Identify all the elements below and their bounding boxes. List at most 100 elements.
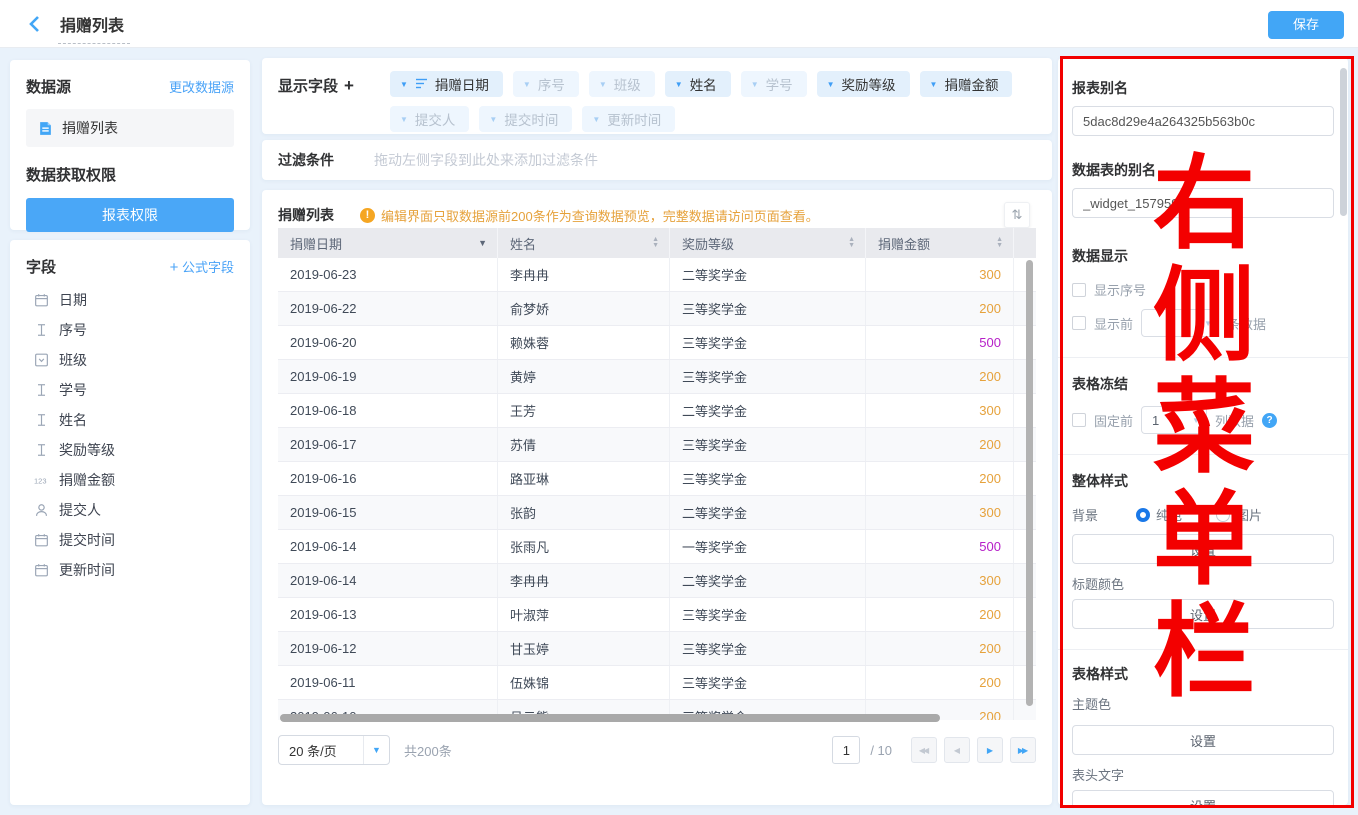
date-cell: 2019-06-22 (278, 292, 498, 325)
field-item[interactable]: 提交人 (26, 495, 234, 525)
column-header[interactable]: 捐赠金额▲▼ (866, 228, 1014, 258)
back-icon[interactable] (28, 15, 40, 38)
prev-page-button[interactable]: ◀ (944, 737, 970, 763)
vertical-scrollbar[interactable] (1026, 260, 1033, 706)
divider (1058, 357, 1348, 358)
table-row: 2019-06-22俞梦娇三等奖学金200 (278, 292, 1036, 326)
field-item[interactable]: 奖励等级 (26, 435, 234, 465)
freeze-count-select[interactable]: 1▼ (1141, 406, 1207, 434)
bg-solid-label: 纯色 (1156, 505, 1182, 524)
column-header[interactable]: 捐赠日期▼ (278, 228, 498, 258)
field-item[interactable]: 姓名 (26, 405, 234, 435)
sort-desc-icon[interactable]: ▼ (478, 238, 487, 248)
display-field-chip[interactable]: ▼捐赠日期 (390, 71, 503, 97)
sort-toggle-icon[interactable]: ▲▼ (848, 237, 855, 249)
page-number-input[interactable] (832, 736, 860, 764)
table-row: 2019-06-16路亚琳三等奖学金200 (278, 462, 1036, 496)
filter-card[interactable]: 过滤条件 拖动左侧字段到此处来添加过滤条件 (262, 140, 1052, 180)
save-button[interactable]: 保存 (1268, 11, 1344, 39)
table-alias-label: 数据表的别名 (1072, 160, 1334, 180)
change-datasource-link[interactable]: 更改数据源 (169, 77, 234, 96)
field-item[interactable]: 日期 (26, 285, 234, 315)
display-field-chip[interactable]: ▼提交人 (390, 106, 469, 132)
chevron-down-icon[interactable]: ▼ (827, 80, 835, 89)
sort-toggle-icon[interactable]: ▲▼ (652, 237, 659, 249)
chevron-down-icon[interactable]: ▼ (592, 115, 600, 124)
chevron-down-icon[interactable]: ▼ (930, 80, 938, 89)
field-label: 更新时间 (59, 560, 115, 580)
help-icon[interactable]: ? (1262, 413, 1277, 428)
title-color-set-button[interactable]: 设置 (1072, 599, 1334, 629)
chevron-down-icon[interactable]: ▼ (599, 80, 607, 89)
chevron-down-icon[interactable]: ▼ (400, 80, 408, 89)
report-permission-button[interactable]: 报表权限 (26, 198, 234, 232)
field-item[interactable]: 更新时间 (26, 555, 234, 585)
date-cell: 2019-06-12 (278, 632, 498, 665)
amount-cell: 500 (866, 326, 1014, 359)
theme-color-set-button[interactable]: 设置 (1072, 725, 1334, 755)
field-label: 学号 (59, 380, 87, 400)
display-field-chip[interactable]: ▼班级 (589, 71, 655, 97)
display-field-chip[interactable]: ▼奖励等级 (817, 71, 910, 97)
chevron-down-icon[interactable]: ▼ (489, 115, 497, 124)
report-alias-input[interactable] (1072, 106, 1334, 136)
field-item[interactable]: 序号 (26, 315, 234, 345)
next-page-button[interactable]: ▶ (977, 737, 1003, 763)
display-field-chip[interactable]: ▼更新时间 (582, 106, 675, 132)
datasource-item[interactable]: 捐赠列表 (26, 109, 234, 147)
display-field-chip[interactable]: ▼学号 (741, 71, 807, 97)
header-text-set-button[interactable]: 设置 (1072, 790, 1334, 805)
header-text-label: 表头文字 (1072, 765, 1334, 784)
name-cell: 黄婷 (498, 360, 670, 393)
sort-order-icon[interactable]: ⇅ (1004, 202, 1030, 228)
name-cell: 李冉冉 (498, 258, 670, 291)
level-cell: 一等奖学金 (670, 530, 866, 563)
amount-cell: 200 (866, 632, 1014, 665)
settings-scrollbar[interactable] (1340, 68, 1347, 216)
bg-image-radio[interactable] (1216, 508, 1230, 522)
chip-label: 姓名 (690, 74, 717, 94)
field-item[interactable]: 学号 (26, 375, 234, 405)
field-item[interactable]: 提交时间 (26, 525, 234, 555)
chevron-down-icon: ▼ (363, 736, 389, 764)
chevron-down-icon[interactable]: ▼ (523, 80, 531, 89)
display-field-chip[interactable]: ▼提交时间 (479, 106, 572, 132)
field-item[interactable]: 123捐赠金额 (26, 465, 234, 495)
level-cell: 三等奖学金 (670, 360, 866, 393)
display-field-chip[interactable]: ▼ 姓名 (665, 71, 731, 97)
show-first-checkbox[interactable] (1072, 316, 1086, 330)
field-item[interactable]: 班级 (26, 345, 234, 375)
chevron-down-icon[interactable]: ▼ (400, 115, 408, 124)
sort-toggle-icon[interactable]: ▲▼ (996, 237, 1003, 249)
amount-cell: 300 (866, 496, 1014, 529)
name-cell: 张韵 (498, 496, 670, 529)
total-pages: / 10 (870, 743, 892, 758)
page-size-select[interactable]: 20 条/页 ▼ (278, 735, 390, 765)
display-field-chip[interactable]: ▼序号 (513, 71, 579, 97)
level-cell: 二等奖学金 (670, 564, 866, 597)
chevron-down-icon[interactable]: ▼ (751, 80, 759, 89)
name-cell: 叶淑萍 (498, 598, 670, 631)
column-header[interactable]: 奖励等级▲▼ (670, 228, 866, 258)
horizontal-scrollbar[interactable] (280, 714, 940, 722)
filter-dropzone-placeholder: 拖动左侧字段到此处来添加过滤条件 (374, 150, 598, 170)
freeze-checkbox[interactable] (1072, 413, 1086, 427)
report-alias-label: 报表别名 (1072, 78, 1334, 98)
table-alias-input[interactable] (1072, 188, 1334, 218)
bg-solid-radio[interactable] (1136, 508, 1150, 522)
show-first-count-select[interactable]: ▼ (1141, 309, 1219, 337)
amount-cell: 200 (866, 360, 1014, 393)
column-header[interactable]: 姓名▲▼ (498, 228, 670, 258)
chevron-down-icon[interactable]: ▼ (675, 80, 683, 89)
display-field-chip[interactable]: ▼捐赠金额 (920, 71, 1013, 97)
last-page-button[interactable]: ▶▶ (1010, 737, 1036, 763)
text-icon (34, 413, 49, 427)
first-page-button[interactable]: ◀◀ (911, 737, 937, 763)
background-set-button[interactable]: 设置 (1072, 534, 1334, 564)
calendar-icon (34, 293, 49, 307)
add-formula-field-link[interactable]: + 公式字段 (170, 257, 234, 276)
level-cell: 三等奖学金 (670, 598, 866, 631)
field-label: 奖励等级 (59, 440, 115, 460)
show-index-checkbox[interactable] (1072, 283, 1086, 297)
add-display-field-icon[interactable]: + (344, 76, 354, 95)
